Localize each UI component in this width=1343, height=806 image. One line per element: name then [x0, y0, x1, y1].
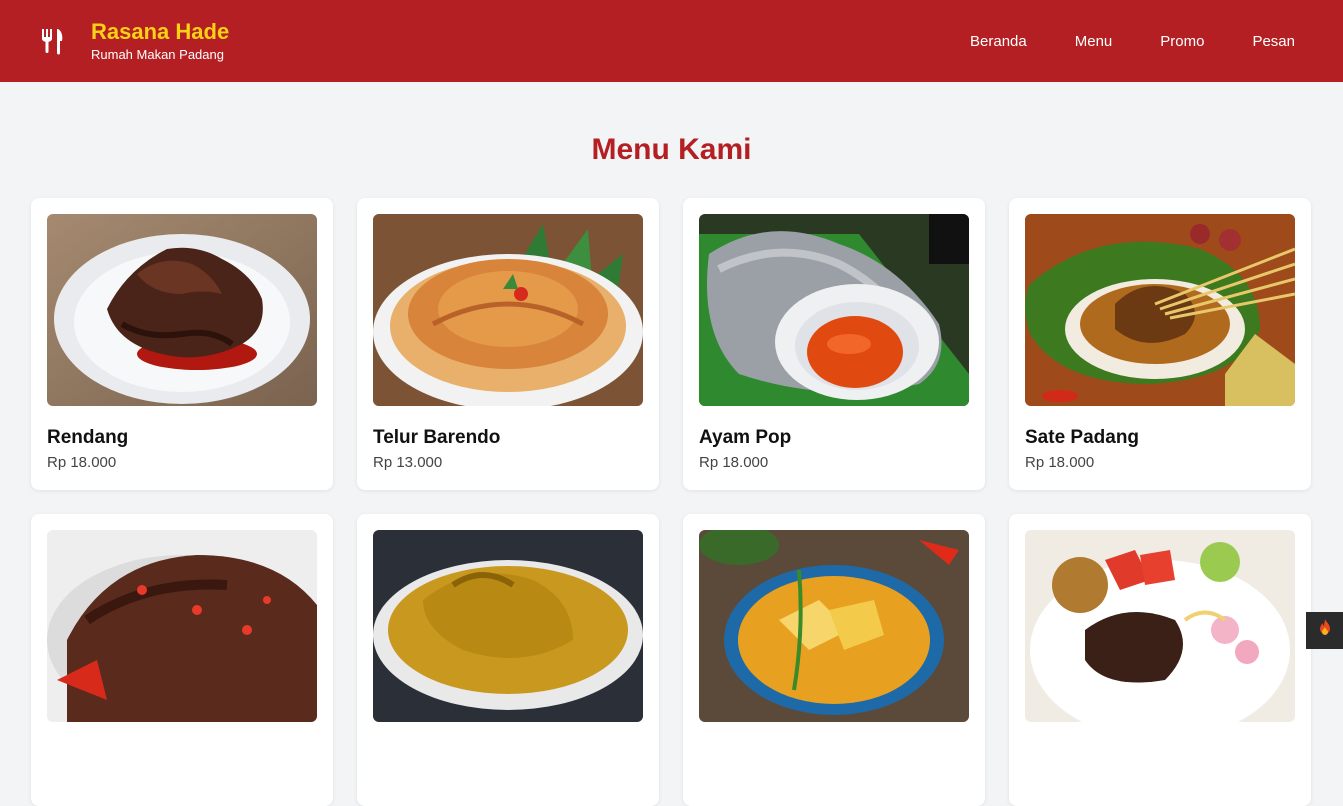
menu-item-image: [1025, 214, 1295, 406]
menu-item-image: [1025, 530, 1295, 722]
menu-card-8[interactable]: [1009, 514, 1311, 806]
menu-item-image: [373, 214, 643, 406]
menu-card-rendang[interactable]: Rendang Rp 18.000: [31, 198, 333, 490]
menu-card-6[interactable]: [357, 514, 659, 806]
nav-link-promo[interactable]: Promo: [1160, 33, 1204, 50]
nav-link-pesan[interactable]: Pesan: [1252, 33, 1295, 50]
floating-action-button[interactable]: [1306, 612, 1343, 649]
menu-card-ayam-pop[interactable]: Ayam Pop Rp 18.000: [683, 198, 985, 490]
menu-item-price: Rp 18.000: [1025, 454, 1095, 471]
menu-grid: Rendang Rp 18.000 Telur Barendo Rp 13.00…: [31, 198, 1311, 806]
brand-logo[interactable]: Rasana Hade Rumah Makan Padang: [40, 19, 229, 63]
fire-icon: [1317, 619, 1333, 642]
menu-item-image: [47, 214, 317, 406]
menu-card-7[interactable]: [683, 514, 985, 806]
menu-item-name: Rendang: [47, 427, 129, 448]
nav-link-beranda[interactable]: Beranda: [970, 33, 1027, 50]
menu-item-image: [47, 530, 317, 722]
menu-item-name: Telur Barendo: [373, 427, 501, 448]
menu-item-image: [373, 530, 643, 722]
menu-item-price: Rp 18.000: [699, 454, 769, 471]
brand-title: Rasana Hade: [91, 19, 230, 44]
nav-link-menu[interactable]: Menu: [1075, 33, 1113, 50]
navbar: Rasana Hade Rumah Makan Padang Beranda M…: [0, 0, 1343, 82]
menu-item-name: Ayam Pop: [699, 427, 792, 448]
menu-item-price: Rp 18.000: [47, 454, 117, 471]
brand-subtitle: Rumah Makan Padang: [91, 47, 224, 62]
menu-item-name: Sate Padang: [1025, 427, 1140, 448]
menu-card-telur-barendo[interactable]: Telur Barendo Rp 13.000: [357, 198, 659, 490]
menu-card-sate-padang[interactable]: Sate Padang Rp 18.000: [1009, 198, 1311, 490]
menu-item-price: Rp 13.000: [373, 454, 443, 471]
section-title: Menu Kami: [591, 133, 752, 166]
nav-menu: Beranda Menu Promo Pesan: [970, 0, 1343, 82]
utensils-icon: [40, 27, 66, 55]
menu-item-image: [699, 214, 969, 406]
menu-item-image: [699, 530, 969, 722]
menu-card-5[interactable]: [31, 514, 333, 806]
